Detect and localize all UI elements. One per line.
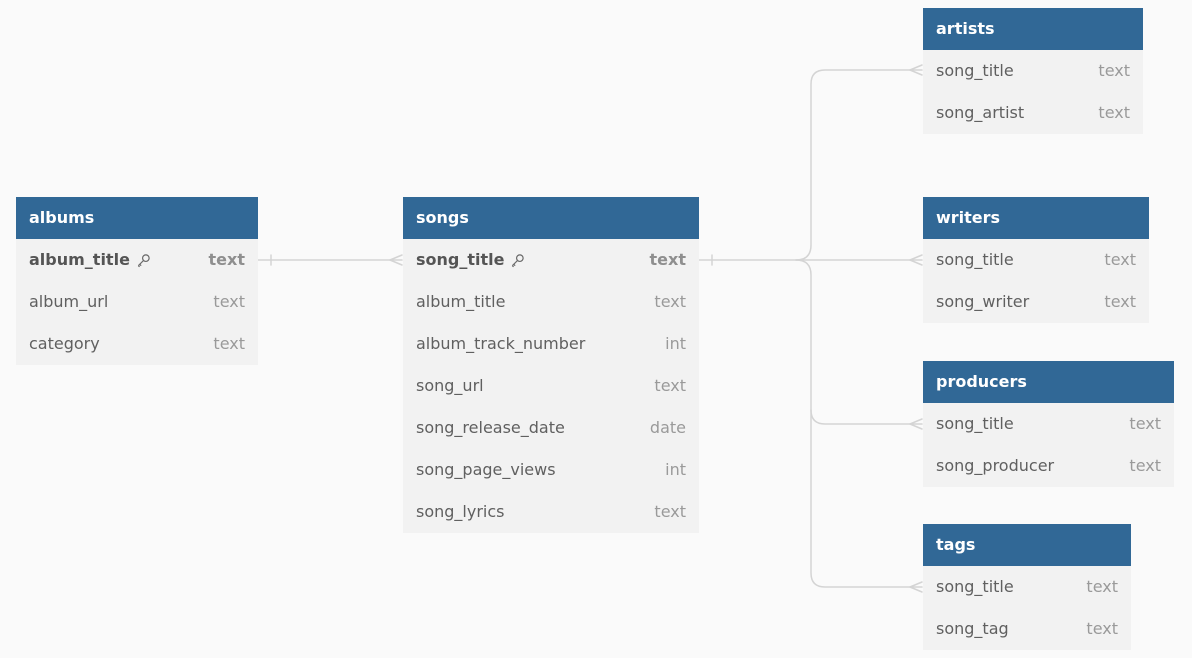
- connector-songs-tags: [810, 409, 923, 588]
- column-type: int: [665, 460, 686, 479]
- crowsfoot-producers: [909, 418, 923, 430]
- table-row-albums-album-title[interactable]: album_title text: [16, 239, 258, 281]
- column-name: song_producer: [936, 456, 1055, 475]
- table-artists[interactable]: artists song_title text song_artist text: [923, 8, 1143, 134]
- table-row-writers-song-writer[interactable]: song_writer text: [923, 281, 1149, 323]
- column-type: text: [654, 292, 686, 311]
- table-row-songs-song-page-views[interactable]: song_page_views int: [403, 449, 699, 491]
- table-row-albums-category[interactable]: category text: [16, 323, 258, 365]
- column-type: date: [649, 418, 686, 437]
- key-icon: [512, 253, 525, 267]
- table-writers[interactable]: writers song_title text song_writer text: [923, 197, 1149, 323]
- connector-songs-producers: [795, 259, 923, 425]
- key-icon: [137, 253, 150, 267]
- table-songs[interactable]: songs song_title text album_title text a…: [403, 197, 699, 533]
- table-row-tags-song-tag[interactable]: song_tag text: [923, 608, 1131, 650]
- table-row-producers-song-title[interactable]: song_title text: [923, 403, 1174, 445]
- column-name: song_lyrics: [416, 502, 505, 521]
- table-header-songs[interactable]: songs: [403, 197, 699, 239]
- column-type: text: [213, 292, 245, 311]
- crowsfoot-artists: [909, 64, 923, 76]
- column-name: song_tag: [936, 619, 1009, 638]
- column-type: text: [1098, 103, 1130, 122]
- table-albums[interactable]: albums album_title text album_url text c…: [16, 197, 258, 365]
- crowsfoot-tags: [909, 581, 923, 593]
- column-type: text: [1086, 619, 1118, 638]
- column-name: song_title: [936, 250, 1014, 269]
- table-row-songs-song-url[interactable]: song_url text: [403, 365, 699, 407]
- column-name: song_title: [936, 577, 1014, 596]
- table-header-albums[interactable]: albums: [16, 197, 258, 239]
- column-type: text: [1104, 292, 1136, 311]
- column-type: int: [665, 334, 686, 353]
- table-tags[interactable]: tags song_title text song_tag text: [923, 524, 1131, 650]
- column-name: album_title: [29, 250, 130, 269]
- table-row-writers-song-title[interactable]: song_title text: [923, 239, 1149, 281]
- column-name: song_title: [936, 61, 1014, 80]
- column-name: song_page_views: [416, 460, 556, 479]
- column-type: text: [1098, 61, 1130, 80]
- column-name: song_writer: [936, 292, 1030, 311]
- column-name: song_title: [936, 414, 1014, 433]
- table-row-artists-song-title[interactable]: song_title text: [923, 50, 1143, 92]
- column-type: text: [1129, 456, 1161, 475]
- column-name: song_artist: [936, 103, 1025, 122]
- column-type: text: [213, 334, 245, 353]
- table-row-songs-song-release-date[interactable]: song_release_date date: [403, 407, 699, 449]
- table-row-tags-song-title[interactable]: song_title text: [923, 566, 1131, 608]
- connector-songs-artists: [795, 69, 923, 261]
- column-name: album_title: [416, 292, 506, 311]
- table-row-songs-song-lyrics[interactable]: song_lyrics text: [403, 491, 699, 533]
- table-producers[interactable]: producers song_title text song_producer …: [923, 361, 1174, 487]
- column-type: text: [649, 250, 686, 269]
- column-type: text: [1086, 577, 1118, 596]
- column-name: album_url: [29, 292, 109, 311]
- table-row-songs-album-track-number[interactable]: album_track_number int: [403, 323, 699, 365]
- column-name: song_url: [416, 376, 484, 395]
- table-row-producers-song-producer[interactable]: song_producer text: [923, 445, 1174, 487]
- crowsfoot-songs-from-albums: [389, 254, 403, 266]
- table-header-tags[interactable]: tags: [923, 524, 1131, 566]
- column-type: text: [654, 502, 686, 521]
- column-name: song_title: [416, 250, 505, 269]
- column-name: song_release_date: [416, 418, 565, 437]
- table-row-artists-song-artist[interactable]: song_artist text: [923, 92, 1143, 134]
- column-type: text: [654, 376, 686, 395]
- column-name: album_track_number: [416, 334, 586, 353]
- table-row-songs-album-title[interactable]: album_title text: [403, 281, 699, 323]
- table-header-writers[interactable]: writers: [923, 197, 1149, 239]
- table-row-songs-song-title[interactable]: song_title text: [403, 239, 699, 281]
- table-header-artists[interactable]: artists: [923, 8, 1143, 50]
- column-name: category: [29, 334, 100, 353]
- table-header-producers[interactable]: producers: [923, 361, 1174, 403]
- table-row-albums-album-url[interactable]: album_url text: [16, 281, 258, 323]
- column-type: text: [1104, 250, 1136, 269]
- crowsfoot-writers: [909, 254, 923, 266]
- column-type: text: [1129, 414, 1161, 433]
- column-type: text: [208, 250, 245, 269]
